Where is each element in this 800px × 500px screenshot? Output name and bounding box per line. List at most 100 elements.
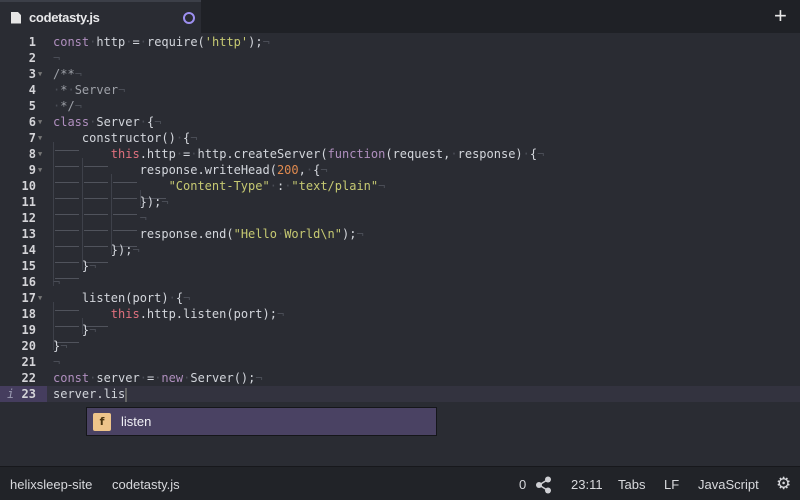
gear-icon[interactable]: ⚙	[776, 474, 791, 494]
code-line[interactable]: 4 ·*·Server¬	[0, 82, 800, 98]
code-content: ¬	[53, 354, 60, 370]
code-token: ,·{	[298, 163, 321, 177]
line-number[interactable]: 10	[0, 178, 47, 194]
code-line[interactable]: 5 ·*/¬	[0, 98, 800, 114]
code-token: 'http'	[204, 35, 249, 49]
code-token: ·*/	[53, 99, 75, 113]
code-content: }¬	[53, 322, 96, 350]
code-line[interactable]: 21 ¬	[0, 354, 800, 370]
tab-title: codetasty.js	[29, 10, 100, 25]
code-content: }¬	[53, 338, 67, 354]
code-content: /**¬	[53, 66, 82, 82]
line-number[interactable]: 23 i	[0, 386, 47, 402]
git-count[interactable]: 0	[519, 477, 526, 492]
grammar[interactable]: JavaScript	[698, 477, 759, 492]
modified-indicator-icon[interactable]	[183, 12, 195, 24]
space-marker: ·	[89, 115, 97, 129]
code-line[interactable]: 10 "Content-Type"·:·"text/plain"¬	[0, 178, 800, 206]
new-tab-button[interactable]: +	[774, 5, 787, 27]
code-line[interactable]: 2 ¬	[0, 50, 800, 66]
line-number[interactable]: 3 ▼	[0, 66, 47, 82]
fold-arrow-icon[interactable]: ▼	[38, 162, 42, 178]
eol-marker: ¬	[118, 83, 126, 97]
fold-arrow-icon[interactable]: ▼	[38, 114, 42, 130]
code-token: );	[248, 35, 263, 49]
code-editor[interactable]: 1 const·http·=·require('http');¬ 2 ¬ 3 ▼/**¬ 4…	[0, 34, 800, 466]
code-line[interactable]: 11});¬	[0, 194, 800, 222]
eol-marker: ¬	[53, 51, 61, 65]
eol-marker: ¬	[262, 35, 270, 49]
eol-marker: ¬	[89, 259, 97, 273]
line-number[interactable]: 12	[0, 210, 47, 226]
code-token: ·server·=·	[89, 371, 162, 385]
code-line[interactable]: 12 ¬	[0, 210, 800, 238]
code-line[interactable]: 20 }¬	[0, 338, 800, 354]
eol-marker: ¬	[356, 227, 364, 241]
code-line[interactable]: 16 ¬	[0, 274, 800, 290]
code-line[interactable]: 14});¬	[0, 242, 800, 270]
code-line[interactable]: 17 ▼ listen(port)·{¬	[0, 290, 800, 318]
code-line[interactable]: 13 response.end("Hello·World\n");¬	[0, 226, 800, 254]
line-number[interactable]: 11	[0, 194, 47, 210]
line-number[interactable]: 7 ▼	[0, 130, 47, 146]
autocomplete-suggestion[interactable]: f listen	[86, 407, 437, 436]
line-number[interactable]: 15	[0, 258, 47, 274]
line-number[interactable]: 1	[0, 34, 47, 50]
line-number[interactable]: 8 ▼	[0, 146, 47, 162]
code-line[interactable]: 8 ▼ this.http·=·http.createServer(function…	[0, 146, 800, 174]
code-line[interactable]: 7 ▼ constructor()·{¬	[0, 130, 800, 158]
code-line[interactable]: 23 i server.lis	[0, 386, 800, 402]
line-number[interactable]: 16	[0, 274, 47, 290]
line-number[interactable]: 6 ▼	[0, 114, 47, 130]
space-marker: ·	[175, 147, 184, 161]
code-token: });	[139, 195, 162, 209]
line-number[interactable]: 17 ▼	[0, 290, 47, 306]
code-line[interactable]: 18 this.http.listen(port);¬	[0, 306, 800, 334]
file-icon	[11, 11, 21, 24]
line-number[interactable]: 20	[0, 338, 47, 354]
code-content: response.end("Hello·World\n");¬	[53, 226, 364, 254]
code-line[interactable]: 9 ▼ response.writeHead(200,·{¬	[0, 162, 800, 190]
cursor-position[interactable]: 23:11	[571, 477, 603, 492]
code-line[interactable]: 15}¬	[0, 258, 800, 286]
space-marker: ·	[89, 371, 97, 385]
code-line[interactable]: 22 const·server·=·new·Server();¬	[0, 370, 800, 386]
fold-arrow-icon[interactable]: ▼	[38, 290, 42, 306]
eol-marker: ¬	[255, 371, 263, 385]
eol-marker: ¬	[190, 131, 198, 145]
indentation[interactable]: Tabs	[618, 477, 645, 492]
line-number[interactable]: 14	[0, 242, 47, 258]
fold-arrow-icon[interactable]: ▼	[38, 66, 42, 82]
line-number[interactable]: 5	[0, 98, 47, 114]
code-content: class·Server·{¬	[53, 114, 161, 130]
code-token: const	[53, 35, 90, 49]
suggestion-label: listen	[121, 414, 152, 429]
fold-arrow-icon[interactable]: ▼	[38, 130, 42, 146]
project-name[interactable]: helixsleep-site	[10, 477, 92, 492]
file-path[interactable]: codetasty.js	[112, 477, 180, 492]
code-token: "text/plain"	[291, 179, 379, 193]
line-number[interactable]: 18	[0, 306, 47, 322]
line-number[interactable]: 21	[0, 354, 47, 370]
line-number[interactable]: 19	[0, 322, 47, 338]
tab-codetasty-js[interactable]: codetasty.js	[0, 0, 201, 33]
code-line[interactable]: 3 ▼ /**¬	[0, 66, 800, 82]
code-token: server.lis	[53, 387, 126, 401]
line-number[interactable]: 2	[0, 50, 47, 66]
line-number[interactable]: 4	[0, 82, 47, 98]
line-ending[interactable]: LF	[664, 477, 679, 492]
code-token: "Hello·World\n"	[233, 227, 342, 241]
share-icon[interactable]	[535, 476, 553, 494]
code-content: listen(port)·{¬	[53, 290, 190, 318]
line-number[interactable]: 22	[0, 370, 47, 386]
space-marker: ·	[183, 371, 191, 385]
code-content: response.writeHead(200,·{¬	[53, 162, 328, 190]
code-line[interactable]: 1 const·http·=·require('http');¬	[0, 34, 800, 50]
code-token: .http·=·http.createServer(	[139, 147, 328, 161]
space-marker: ·	[89, 35, 97, 49]
line-number[interactable]: 9 ▼	[0, 162, 47, 178]
line-number[interactable]: 13	[0, 226, 47, 242]
code-line[interactable]: 6 ▼ class·Server·{¬	[0, 114, 800, 130]
fold-arrow-icon[interactable]: ▼	[38, 146, 42, 162]
code-line[interactable]: 19 }¬	[0, 322, 800, 350]
